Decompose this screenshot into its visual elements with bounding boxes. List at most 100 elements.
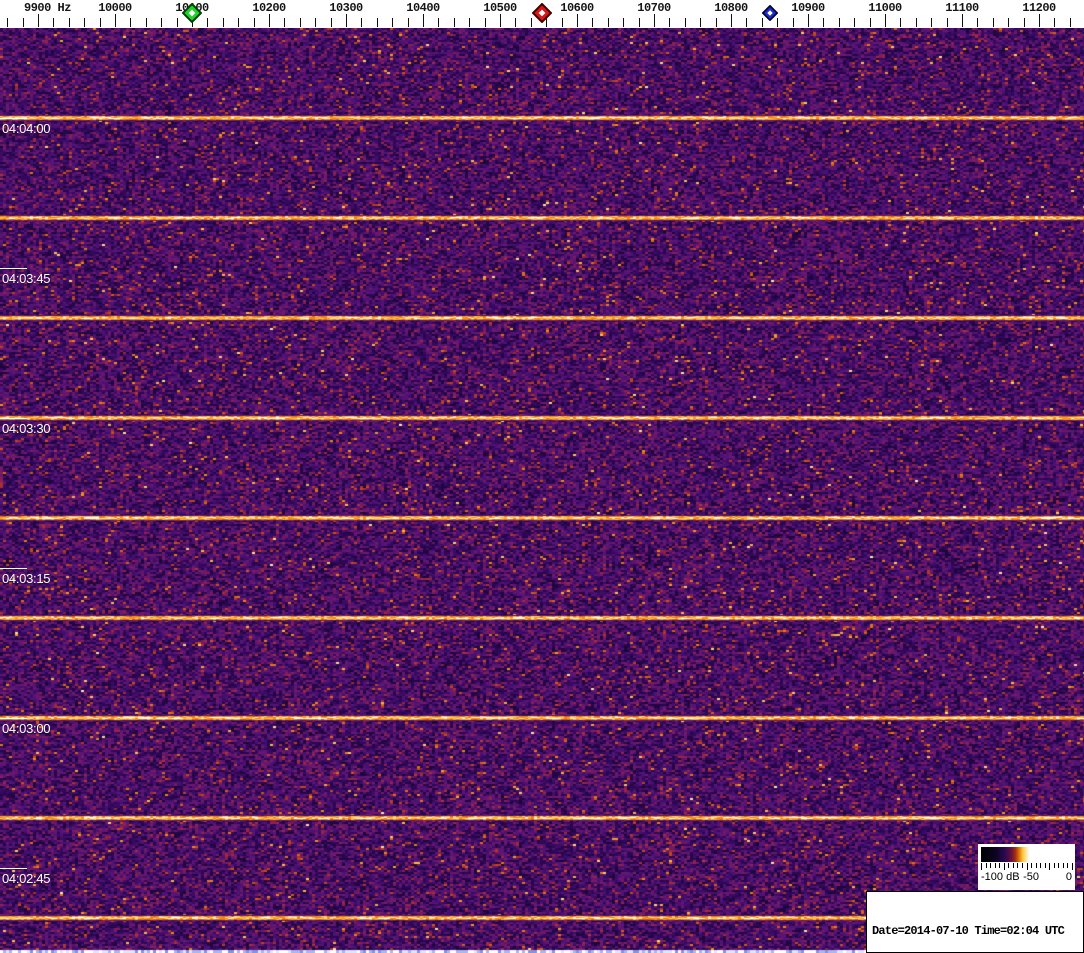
- info-date-line: Date=2014-07-10 Time=02:04 UTC: [872, 924, 1065, 938]
- freq-label: 11100: [945, 1, 979, 15]
- freq-major-tick: [577, 14, 578, 27]
- freq-minor-tick: [223, 18, 224, 27]
- time-label: 04:04:00: [2, 121, 51, 136]
- freq-minor-tick: [361, 18, 362, 27]
- freq-minor-tick: [947, 18, 948, 27]
- freq-label: 10000: [98, 1, 132, 15]
- time-label: 04:02:45: [2, 871, 51, 886]
- db-min-label: -100 dB: [981, 871, 1020, 883]
- legend-tick: [1027, 863, 1028, 870]
- legend-tick: [990, 863, 991, 868]
- legend-tick: [1036, 863, 1037, 868]
- legend-tick: [986, 863, 987, 868]
- red-freq-marker-icon[interactable]: [531, 2, 553, 28]
- freq-minor-tick: [238, 18, 239, 27]
- freq-minor-tick: [146, 18, 147, 27]
- legend-tick: [1054, 863, 1055, 868]
- time-tick: [0, 118, 27, 119]
- legend-tick: [1008, 863, 1009, 868]
- legend-tick: [1004, 863, 1005, 870]
- time-tick: [0, 268, 27, 269]
- freq-minor-tick: [854, 18, 855, 27]
- freq-minor-tick: [1054, 18, 1055, 27]
- freq-minor-tick: [700, 18, 701, 27]
- green-freq-marker-icon[interactable]: [181, 2, 203, 28]
- freq-minor-tick: [438, 18, 439, 27]
- freq-minor-tick: [562, 18, 563, 27]
- freq-minor-tick: [685, 18, 686, 27]
- freq-minor-tick: [931, 18, 932, 27]
- freq-minor-tick: [515, 18, 516, 27]
- freq-minor-tick: [300, 18, 301, 27]
- legend-tick: [1058, 863, 1059, 868]
- freq-minor-tick: [1024, 18, 1025, 27]
- observation-info-box: Date=2014-07-10 Time=02:04 UTC Freq=143 …: [866, 891, 1084, 953]
- freq-minor-tick: [69, 18, 70, 27]
- freq-label: 10400: [406, 1, 440, 15]
- blue-freq-marker-icon[interactable]: [761, 4, 778, 26]
- freq-major-tick: [962, 14, 963, 27]
- time-label: 04:03:15: [2, 571, 51, 586]
- freq-minor-tick: [669, 18, 670, 27]
- freq-label: 10900: [791, 1, 825, 15]
- legend-tick: [1049, 863, 1050, 870]
- freq-minor-tick: [485, 18, 486, 27]
- freq-minor-tick: [408, 18, 409, 27]
- freq-minor-tick: [207, 18, 208, 27]
- freq-minor-tick: [315, 18, 316, 27]
- freq-minor-tick: [7, 18, 8, 27]
- freq-minor-tick: [839, 18, 840, 27]
- freq-major-tick: [500, 14, 501, 27]
- freq-major-tick: [423, 14, 424, 27]
- freq-minor-tick: [331, 18, 332, 27]
- freq-minor-tick: [716, 18, 717, 27]
- legend-tick: [995, 863, 996, 868]
- legend-tick: [1063, 863, 1064, 868]
- freq-minor-tick: [916, 18, 917, 27]
- freq-minor-tick: [23, 18, 24, 27]
- legend-tick: [1040, 863, 1041, 868]
- db-max-label: 0: [1065, 871, 1072, 883]
- freq-major-tick: [885, 14, 886, 27]
- freq-minor-tick: [469, 18, 470, 27]
- time-label: 04:03:45: [2, 271, 51, 286]
- time-label: 04:03:00: [2, 721, 51, 736]
- freq-minor-tick: [53, 18, 54, 27]
- freq-minor-tick: [1070, 18, 1071, 27]
- freq-major-tick: [731, 14, 732, 27]
- legend-tick: [981, 863, 982, 870]
- freq-label: 10300: [329, 1, 363, 15]
- freq-minor-tick: [823, 18, 824, 27]
- legend-tick: [1031, 863, 1032, 868]
- freq-minor-tick: [746, 18, 747, 27]
- freq-minor-tick: [900, 18, 901, 27]
- freq-minor-tick: [639, 18, 640, 27]
- freq-minor-tick: [377, 18, 378, 27]
- freq-minor-tick: [993, 18, 994, 27]
- time-tick: [0, 568, 27, 569]
- freq-minor-tick: [177, 18, 178, 27]
- freq-minor-tick: [870, 18, 871, 27]
- freq-major-tick: [115, 14, 116, 27]
- legend-tick: [1022, 863, 1023, 868]
- freq-minor-tick: [84, 18, 85, 27]
- freq-label: 10500: [483, 1, 517, 15]
- freq-label: 10200: [252, 1, 286, 15]
- freq-label: 10700: [637, 1, 671, 15]
- freq-major-tick: [38, 14, 39, 27]
- freq-minor-tick: [284, 18, 285, 27]
- time-tick: [0, 868, 27, 869]
- freq-minor-tick: [454, 18, 455, 27]
- freq-minor-tick: [977, 18, 978, 27]
- legend-tick: [1072, 863, 1073, 870]
- time-tick: [0, 718, 27, 719]
- freq-minor-tick: [392, 18, 393, 27]
- legend-tick: [1017, 863, 1018, 868]
- freq-minor-tick: [100, 18, 101, 27]
- freq-major-tick: [269, 14, 270, 27]
- db-mid-label: -50: [1023, 871, 1039, 883]
- freq-label: 10600: [560, 1, 594, 15]
- freq-label: 10800: [714, 1, 748, 15]
- legend-tick: [1067, 863, 1068, 868]
- color-scale-labels: -100 dB -50 0: [981, 871, 1072, 887]
